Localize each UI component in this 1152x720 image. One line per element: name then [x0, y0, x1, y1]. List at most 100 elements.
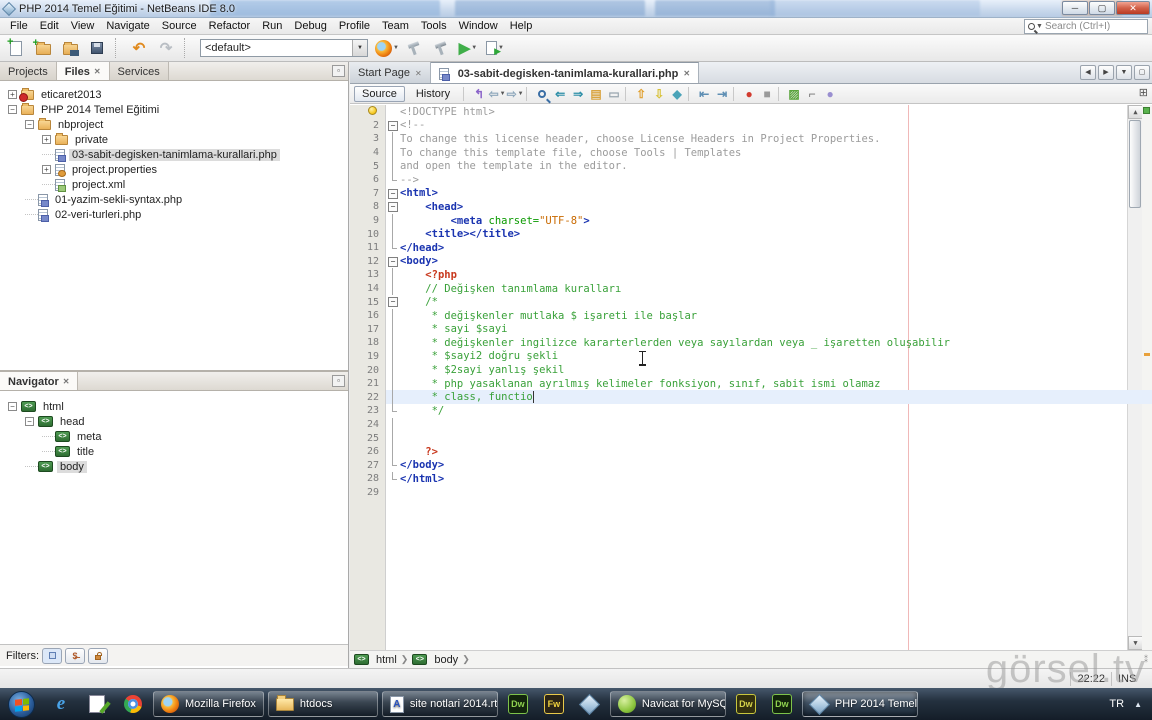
minimize-panel-icon[interactable]: ▫: [332, 375, 345, 387]
text-editor-icon[interactable]: [81, 691, 113, 717]
tree-item[interactable]: − nbproject: [0, 117, 348, 132]
tree-item[interactable]: <> title: [0, 444, 348, 459]
tree-item[interactable]: − <> html: [0, 399, 348, 414]
menu-tools[interactable]: Tools: [415, 19, 453, 33]
code-line[interactable]: 8 <head>: [350, 200, 1152, 214]
filter-nonpublic-icon[interactable]: [88, 647, 108, 664]
split-editor-icon[interactable]: ⊞: [1139, 86, 1148, 99]
quick-search[interactable]: ▼: [1024, 19, 1148, 34]
code-line[interactable]: 14 // Değişken tanımlama kuralları: [350, 281, 1152, 296]
close-icon[interactable]: ✕: [683, 69, 690, 78]
toggle-highlight-icon[interactable]: ▤: [587, 86, 605, 102]
close-icon[interactable]: ✕: [94, 67, 101, 76]
doc-tab[interactable]: Start Page ✕: [350, 62, 431, 83]
language-indicator[interactable]: TR: [1109, 698, 1124, 710]
taskbar-firefox[interactable]: Mozilla Firefox: [153, 691, 264, 717]
code-line[interactable]: 22 * class, functio: [350, 390, 1152, 405]
source-view-button[interactable]: Source: [354, 85, 405, 102]
code-line[interactable]: 28 </html>: [350, 472, 1152, 486]
maximize-icon[interactable]: ▢: [1134, 65, 1150, 80]
comment-icon[interactable]: ▨: [785, 86, 803, 102]
insert-code-icon[interactable]: ●: [821, 86, 839, 102]
code-line[interactable]: 10 <title></title>: [350, 227, 1152, 241]
minimize-panel-icon[interactable]: ▫: [332, 65, 345, 77]
show-hidden-icons[interactable]: ▲: [1134, 700, 1142, 709]
close-icon[interactable]: ✕: [415, 69, 422, 78]
open-project-icon[interactable]: [58, 37, 82, 59]
back-icon[interactable]: ⇦ ▼: [488, 86, 506, 102]
tab-list-icon[interactable]: ▼: [1116, 65, 1132, 80]
code-line[interactable]: 7<html>: [350, 187, 1152, 201]
code-line[interactable]: 29: [350, 486, 1152, 500]
tree-item[interactable]: <> body: [0, 459, 348, 474]
fold-marker[interactable]: [386, 119, 400, 133]
run-project-icon[interactable]: ▶ ▼: [456, 37, 480, 59]
doc-tab[interactable]: 03-sabit-degisken-tanimlama-kurallari.ph…: [430, 62, 700, 83]
tree-item[interactable]: − <> head: [0, 414, 348, 429]
dreamweaver3-icon[interactable]: Dw: [766, 691, 798, 717]
fireworks-icon[interactable]: Fw: [538, 691, 570, 717]
code-line[interactable]: 21 * php yasaklanan ayrılmış kelimeler f…: [350, 376, 1152, 391]
code-line[interactable]: 9 <meta charset="UTF-8">: [350, 213, 1152, 228]
tree-toggle-icon[interactable]: +: [42, 165, 51, 174]
find-selection-icon[interactable]: [533, 86, 551, 102]
code-line[interactable]: 16 * değişkenler mutlaka $ işareti ile b…: [350, 308, 1152, 323]
redo-icon[interactable]: ↷: [154, 37, 178, 59]
new-file-icon[interactable]: [4, 36, 28, 59]
start-button[interactable]: [8, 690, 35, 718]
code-line[interactable]: 15 /*: [350, 295, 1152, 309]
search-input[interactable]: [1044, 21, 1135, 32]
clean-build-project-icon[interactable]: [429, 37, 453, 59]
breadcrumb-item[interactable]: <> html: [354, 654, 397, 666]
dreamweaver-icon[interactable]: Dw: [502, 691, 534, 717]
dropdown-icon[interactable]: ▼: [518, 91, 524, 97]
tab-files[interactable]: Files ✕: [56, 62, 110, 80]
taskbar-htdocs[interactable]: htdocs: [267, 691, 378, 717]
stop-macro-icon[interactable]: ■: [758, 86, 776, 102]
new-project-icon[interactable]: [31, 37, 55, 59]
code-line[interactable]: 12<body>: [350, 255, 1152, 269]
history-view-button[interactable]: History: [409, 87, 457, 101]
find-next-icon[interactable]: ⇒: [569, 86, 587, 102]
dropdown-icon[interactable]: ▼: [471, 45, 477, 51]
filter-static-icon[interactable]: $̶: [65, 647, 85, 664]
menu-help[interactable]: Help: [504, 19, 539, 33]
code-line[interactable]: 11 </head>: [350, 240, 1152, 255]
dropdown-icon[interactable]: ▼: [393, 45, 399, 51]
tree-toggle-icon[interactable]: −: [25, 417, 34, 426]
tree-toggle-icon[interactable]: +: [8, 90, 17, 99]
tree-item[interactable]: 03-sabit-degisken-tanimlama-kurallari.ph…: [0, 147, 348, 162]
fold-marker[interactable]: [386, 295, 400, 309]
code-line[interactable]: 18 * değişkenler ingilizce kararterlerde…: [350, 336, 1152, 350]
code-line[interactable]: 13 <?php: [350, 268, 1152, 282]
fold-marker[interactable]: [386, 187, 400, 201]
close-icon[interactable]: ✕: [63, 377, 70, 386]
scroll-right-icon[interactable]: ▶: [1098, 65, 1114, 80]
menu-source[interactable]: Source: [156, 19, 203, 33]
fold-marker[interactable]: [386, 200, 400, 214]
menu-run[interactable]: Run: [256, 19, 288, 33]
tab-services[interactable]: Services: [109, 62, 169, 80]
tree-item[interactable]: 02-veri-turleri.php: [0, 207, 348, 222]
code-line[interactable]: 4 To change this template file, choose To…: [350, 145, 1152, 160]
restore-button[interactable]: ▢: [1089, 1, 1115, 15]
tree-toggle-icon[interactable]: −: [8, 105, 17, 114]
code-line[interactable]: 27 </body>: [350, 458, 1152, 472]
rectangular-selection-icon[interactable]: ▭: [605, 86, 623, 102]
last-edit-icon[interactable]: ↰: [470, 86, 488, 102]
tab-projects[interactable]: Projects: [0, 62, 57, 80]
menu-window[interactable]: Window: [453, 19, 504, 33]
tab-navigator[interactable]: Navigator ✕: [0, 372, 79, 390]
fold-marker[interactable]: [386, 255, 400, 269]
filter-fields-icon[interactable]: [42, 647, 62, 664]
code-line[interactable]: 20 * $2sayi yanlış şekil: [350, 363, 1152, 377]
code-line[interactable]: 23 */: [350, 404, 1152, 418]
menu-navigate[interactable]: Navigate: [100, 19, 155, 33]
toggle-bookmark-icon[interactable]: ◆: [668, 86, 686, 102]
tree-item[interactable]: <> meta: [0, 429, 348, 444]
tree-item[interactable]: + private: [0, 132, 348, 147]
dreamweaver2-icon[interactable]: Dw: [730, 691, 762, 717]
code-line[interactable]: 6 -->: [350, 172, 1152, 187]
internet-explorer-icon[interactable]: e: [45, 691, 77, 717]
netbeans-icon[interactable]: [574, 691, 606, 717]
